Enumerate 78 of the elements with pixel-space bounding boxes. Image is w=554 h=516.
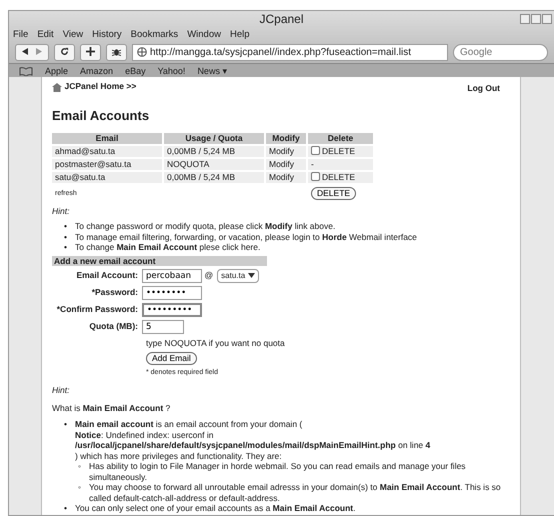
modify-link[interactable]: Modify <box>266 172 306 183</box>
bullet: • <box>64 503 68 514</box>
reload-icon[interactable] <box>60 47 69 56</box>
hint-label: Hint: <box>52 384 70 396</box>
table-cell: - <box>308 158 373 170</box>
menu-item[interactable]: File <box>13 28 28 41</box>
bookmark-link[interactable]: eBay <box>125 64 146 77</box>
window-title: JCpanel <box>259 12 304 26</box>
input-field[interactable]: percobaan <box>142 268 202 282</box>
table-cell: 0,00MB / 5,24 MB <box>164 172 264 183</box>
logout-link[interactable]: Log Out <box>467 82 500 94</box>
column-header: Email <box>52 132 162 144</box>
home-icon <box>52 80 62 93</box>
bookmark-link[interactable]: Yahoo! <box>158 64 186 77</box>
hint-item: Has ability to login to File Manager in horde webmail. So you can read emails and manage your files simultaneously. <box>89 461 467 482</box>
section-header: Add a new email account <box>52 256 267 266</box>
modify-link[interactable]: Modify <box>266 158 306 170</box>
minimize-icon[interactable] <box>520 14 530 24</box>
page-heading: Email Accounts <box>52 107 150 126</box>
field-label: *Password: <box>90 286 139 299</box>
bug-icon[interactable] <box>112 46 121 57</box>
plus-icon[interactable] <box>86 47 95 56</box>
back-forward-button[interactable] <box>15 44 49 60</box>
bug-button[interactable] <box>106 44 127 60</box>
url-text: http://mangga.ta/sysjcpanel//index.php?fuseaction=mail.list <box>150 46 411 60</box>
bullet: • <box>64 419 68 432</box>
field-label: Quota (MB): <box>88 320 139 333</box>
table-cell: ahmad@satu.ta <box>52 146 162 157</box>
bookmark-link[interactable]: Amazon <box>80 64 114 77</box>
home-link[interactable]: JCPanel Home >> <box>64 80 136 93</box>
bookmarks-book-icon[interactable] <box>19 64 33 77</box>
hint-item: To manage email filtering, forwarding, or vacation, please login to Horde Webmail interface <box>75 232 417 242</box>
input-field[interactable]: •••••••• <box>142 286 202 300</box>
menu-item[interactable]: View <box>62 28 84 41</box>
bullet: ◦ <box>78 461 82 474</box>
hint-item: You may choose to forward all unroutable email adresss in your domain(s) to Main Email Account. This is so called default-catch-all-address or default-address. <box>89 482 502 504</box>
quota-note: type NOQUOTA if you want no quota <box>146 336 286 350</box>
zoom-icon[interactable] <box>531 14 541 24</box>
globe-icon <box>137 44 147 60</box>
hint-item: You can only select one of your email accounts as a Main Email Account. <box>75 503 356 514</box>
delete-button[interactable]: DELETE <box>311 187 356 200</box>
bullet: • <box>64 232 68 242</box>
input-field[interactable]: 5 <box>142 320 184 334</box>
hint-label: Hint: <box>52 205 70 218</box>
column-header: Usage / Quota <box>164 132 264 144</box>
hint-item: Main email account is an email account from your domain ( Notice: Undefined index: userconf in /usr/local/jcpanel/share/default/sysjcpanel/modules/mail/dspMainEmailHint.php on line 4 ) which has more privileges and functionality. They are: <box>75 419 430 462</box>
table-cell: satu@satu.ta <box>52 172 162 183</box>
at-sign: @ <box>204 269 214 282</box>
reload-button[interactable] <box>54 44 75 60</box>
column-header: Modify <box>266 132 306 144</box>
table-cell: NOQUOTA <box>164 158 264 170</box>
hint-item: To change password or modify quota, please click Modify link above. <box>75 221 336 232</box>
search-field[interactable]: Google <box>453 44 548 60</box>
menu-item[interactable]: Bookmarks <box>130 28 178 41</box>
field-label: Email Account: <box>75 269 139 282</box>
domain-select[interactable]: satu.ta <box>217 268 260 282</box>
menu-item[interactable]: Help <box>230 28 250 41</box>
hint-item: To change Main Email Account plese click here. <box>75 242 260 252</box>
menu-item[interactable]: Edit <box>37 28 54 41</box>
close-icon[interactable] <box>542 14 552 24</box>
table-cell: postmaster@satu.ta <box>52 158 162 170</box>
field-label: *Confirm Password: <box>56 303 139 316</box>
bullet: • <box>64 242 68 252</box>
column-header: Delete <box>308 132 373 144</box>
add-bookmark-button[interactable] <box>80 44 101 60</box>
input-field[interactable]: ••••••••• <box>142 302 202 316</box>
bookmark-link[interactable]: Apple <box>45 64 68 77</box>
hint-question: What is Main Email Account ? <box>52 402 172 414</box>
bullet: ◦ <box>78 482 82 494</box>
bookmark-link[interactable]: News ▾ <box>197 64 228 77</box>
modify-link[interactable]: Modify <box>266 146 306 157</box>
address-field[interactable]: http://mangga.ta/sysjcpanel//index.php?fuseaction=mail.list <box>132 44 448 60</box>
bullet: • <box>64 221 68 232</box>
menu-item[interactable]: Window <box>187 28 221 41</box>
table-cell: 0,00MB / 5,24 MB <box>164 146 264 157</box>
back-forward-arrows-icon[interactable] <box>21 47 43 56</box>
add-email-button[interactable]: Add Email <box>146 352 197 366</box>
menu-item[interactable]: History <box>92 28 122 41</box>
